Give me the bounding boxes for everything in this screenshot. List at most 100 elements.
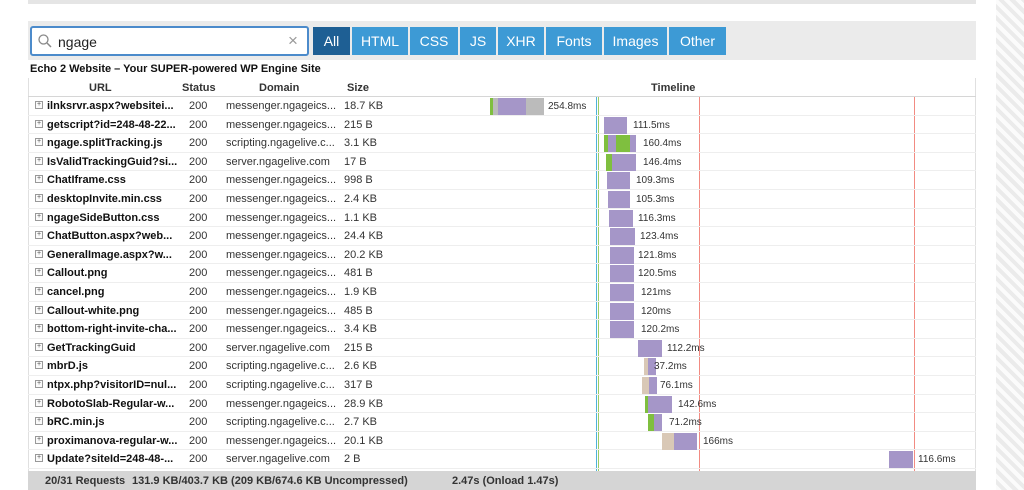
request-row[interactable]: + bRC.min.js 200 scripting.ngagelive.c... 2.… bbox=[28, 413, 976, 432]
filter-fonts-button[interactable]: Fonts bbox=[546, 27, 602, 55]
timeline-bar-segment[interactable] bbox=[609, 209, 633, 227]
timeline-bar-segment[interactable] bbox=[649, 377, 657, 394]
request-row[interactable]: + mbrD.js 200 scripting.ngagelive.c... 2.6 K… bbox=[28, 357, 976, 376]
expand-row-icon[interactable]: + bbox=[35, 380, 43, 388]
timeline-bar-segment[interactable] bbox=[638, 339, 662, 357]
filter-js-button[interactable]: JS bbox=[460, 27, 496, 55]
timeline-bar-segment[interactable] bbox=[616, 135, 630, 153]
expand-row-icon[interactable]: + bbox=[35, 101, 43, 109]
request-url[interactable]: ngageSideButton.css bbox=[47, 212, 195, 224]
search-box[interactable]: × bbox=[30, 26, 309, 56]
request-url[interactable]: cancel.png bbox=[47, 286, 195, 298]
column-header-status[interactable]: Status bbox=[182, 82, 216, 94]
expand-row-icon[interactable]: + bbox=[35, 398, 43, 407]
request-row[interactable]: + ngage.splitTracking.js 200 scripting.ngag… bbox=[28, 134, 976, 153]
request-url[interactable]: Callout-white.png bbox=[47, 305, 195, 317]
request-url[interactable]: GeneralImage.aspx?w... bbox=[47, 249, 195, 261]
expand-row-icon[interactable]: + bbox=[35, 454, 43, 463]
timeline-bar-segment[interactable] bbox=[610, 246, 634, 264]
request-row[interactable]: + Callout-white.png 200 messenger.ngageics.… bbox=[28, 302, 976, 321]
expand-row-icon[interactable]: + bbox=[35, 119, 43, 128]
request-row[interactable]: + ChatButton.aspx?web... 200 messenger.ngag… bbox=[28, 227, 976, 246]
expand-row-icon[interactable]: + bbox=[35, 138, 43, 147]
timeline-bar-segment[interactable] bbox=[626, 153, 636, 171]
filter-other-button[interactable]: Other bbox=[669, 27, 726, 55]
filter-css-button[interactable]: CSS bbox=[410, 27, 458, 55]
expand-row-icon[interactable]: + bbox=[35, 156, 43, 165]
expand-row-icon[interactable]: + bbox=[35, 324, 43, 333]
request-row[interactable]: + ngageSideButton.css 200 messenger.ngageic… bbox=[28, 209, 976, 228]
search-input[interactable] bbox=[58, 31, 280, 52]
request-url[interactable]: getscript?id=248-48-22... bbox=[47, 119, 195, 131]
request-row[interactable]: + GeneralImage.aspx?w... 200 messenger.ngag… bbox=[28, 246, 976, 265]
request-row[interactable]: + proximanova-regular-w... 200 messenger.ng… bbox=[28, 432, 976, 451]
expand-row-icon[interactable]: + bbox=[35, 212, 43, 221]
filter-html-button[interactable]: HTML bbox=[352, 27, 408, 55]
timeline-bar-segment[interactable] bbox=[526, 98, 544, 115]
request-row[interactable]: + cancel.png 200 messenger.ngageics... 1.9 K… bbox=[28, 283, 976, 302]
timeline-bar-segment[interactable] bbox=[607, 172, 630, 190]
expand-row-icon[interactable]: + bbox=[35, 231, 43, 240]
request-url[interactable]: bottom-right-invite-cha... bbox=[47, 323, 195, 335]
expand-row-icon[interactable]: + bbox=[35, 194, 43, 202]
request-url[interactable]: GetTrackingGuid bbox=[47, 342, 195, 354]
request-row[interactable]: + ChatIframe.css 200 messenger.ngageics... 9… bbox=[28, 171, 976, 190]
column-header-domain[interactable]: Domain bbox=[259, 82, 299, 94]
timeline-bar-segment[interactable] bbox=[662, 432, 674, 450]
request-row[interactable]: + Update?siteId=248-48-... 200 server.ngage… bbox=[28, 450, 976, 469]
timeline-bar-segment[interactable] bbox=[612, 153, 626, 171]
request-url[interactable]: IsValidTrackingGuid?si... bbox=[47, 156, 195, 168]
request-url[interactable]: mbrD.js bbox=[47, 360, 195, 372]
request-status: 200 bbox=[189, 248, 208, 261]
expand-row-icon[interactable]: + bbox=[35, 435, 43, 444]
timeline-bar-segment[interactable] bbox=[608, 191, 630, 208]
request-row[interactable]: + GetTrackingGuid 200 server.ngagelive.com 2… bbox=[28, 339, 976, 358]
request-row[interactable]: + IsValidTrackingGuid?si... 200 server.ngag… bbox=[28, 153, 976, 172]
expand-row-icon[interactable]: + bbox=[35, 268, 43, 277]
request-row[interactable]: + RobotoSlab-Regular-w... 200 messenger.nga… bbox=[28, 395, 976, 414]
request-row[interactable]: + Callout.png 200 messenger.ngageics... 481 … bbox=[28, 264, 976, 283]
timeline-bar-segment[interactable] bbox=[498, 98, 526, 115]
request-url[interactable]: ilnksrvr.aspx?websitei... bbox=[47, 100, 195, 112]
timeline-bar-segment[interactable] bbox=[608, 135, 616, 153]
expand-row-icon[interactable]: + bbox=[35, 249, 43, 258]
timeline-bar-segment[interactable] bbox=[889, 451, 913, 469]
column-header-size[interactable]: Size bbox=[347, 82, 369, 94]
request-url[interactable]: desktopInvite.min.css bbox=[47, 193, 195, 205]
request-url[interactable]: ChatButton.aspx?web... bbox=[47, 230, 195, 242]
timeline-bar-segment[interactable] bbox=[610, 265, 634, 283]
request-url[interactable]: ngage.splitTracking.js bbox=[47, 137, 195, 149]
expand-row-icon[interactable]: + bbox=[35, 417, 43, 426]
expand-row-icon[interactable]: + bbox=[35, 342, 43, 351]
filter-images-button[interactable]: Images bbox=[604, 27, 667, 55]
column-header-url[interactable]: URL bbox=[89, 82, 112, 94]
timeline-bar-segment[interactable] bbox=[642, 377, 649, 394]
expand-row-icon[interactable]: + bbox=[35, 175, 43, 184]
timeline-bar-segment[interactable] bbox=[610, 228, 635, 246]
request-url[interactable]: RobotoSlab-Regular-w... bbox=[47, 398, 195, 410]
request-url[interactable]: Update?siteId=248-48-... bbox=[47, 453, 195, 465]
request-row[interactable]: + bottom-right-invite-cha... 200 messenger.… bbox=[28, 320, 976, 339]
request-url[interactable]: bRC.min.js bbox=[47, 416, 195, 428]
expand-row-icon[interactable]: + bbox=[35, 287, 43, 295]
expand-row-icon[interactable]: + bbox=[35, 305, 43, 314]
clear-search-icon[interactable]: × bbox=[288, 31, 298, 51]
timeline-bar-segment[interactable] bbox=[610, 284, 634, 301]
timeline-bar-segment[interactable] bbox=[610, 302, 634, 320]
request-row[interactable]: + getscript?id=248-48-22... 200 messenger.n… bbox=[28, 116, 976, 135]
request-url[interactable]: ChatIframe.css bbox=[47, 174, 195, 186]
timeline-bar-segment[interactable] bbox=[654, 414, 662, 432]
filter-xhr-button[interactable]: XHR bbox=[498, 27, 544, 55]
timeline-bar-segment[interactable] bbox=[630, 135, 636, 153]
request-url[interactable]: proximanova-regular-w... bbox=[47, 435, 195, 447]
request-row[interactable]: + ntpx.php?visitorID=nul... 200 scripting.n… bbox=[28, 376, 976, 395]
request-row[interactable]: + desktopInvite.min.css 200 messenger.ngage… bbox=[28, 190, 976, 209]
timeline-bar-segment[interactable] bbox=[652, 395, 672, 413]
timeline-bar-segment[interactable] bbox=[610, 321, 634, 339]
timeline-bar-segment[interactable] bbox=[674, 432, 697, 450]
expand-row-icon[interactable]: + bbox=[35, 361, 43, 370]
request-url[interactable]: Callout.png bbox=[47, 267, 195, 279]
filter-all-button[interactable]: All bbox=[313, 27, 350, 55]
timeline-bar-segment[interactable] bbox=[604, 116, 627, 134]
request-url[interactable]: ntpx.php?visitorID=nul... bbox=[47, 379, 195, 391]
